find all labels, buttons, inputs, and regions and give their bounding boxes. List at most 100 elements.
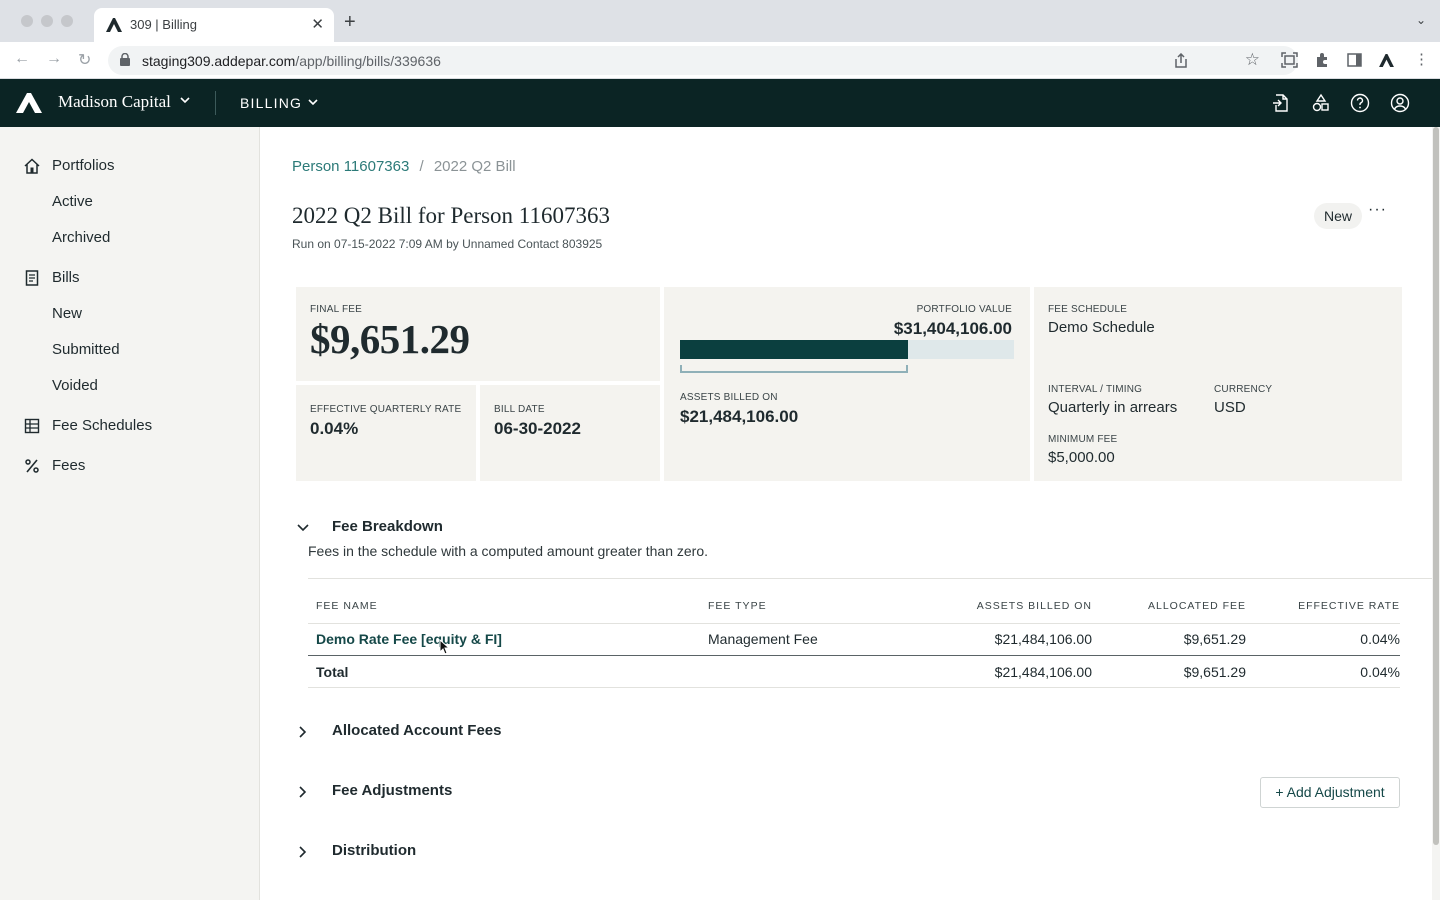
- column-header[interactable]: EFFECTIVE RATE: [1298, 600, 1400, 612]
- module-switcher[interactable]: BILLING: [240, 95, 302, 111]
- assets-billed-label: ASSETS BILLED ON: [680, 392, 778, 403]
- currency-value: USD: [1214, 399, 1246, 416]
- final-fee-label: FINAL FEE: [310, 304, 362, 315]
- fee-schedule-card: FEE SCHEDULE Demo Schedule INTERVAL / TI…: [1034, 287, 1402, 481]
- total-fee-cell: $9,651.29: [1183, 664, 1246, 680]
- sidebar-item-voided[interactable]: Voided: [0, 368, 259, 404]
- window-close-button[interactable]: [21, 15, 33, 27]
- screenshot-icon[interactable]: [1281, 52, 1298, 68]
- addepar-extension-icon[interactable]: [1378, 54, 1395, 67]
- sidebar-item-active[interactable]: Active: [0, 184, 259, 220]
- divider: [308, 578, 1432, 579]
- assets-billed-value: $21,484,106.00: [680, 407, 799, 426]
- chevron-right-icon: [299, 726, 307, 738]
- breadcrumb-parent-link[interactable]: Person 11607363: [292, 158, 409, 175]
- portfolio-value: $31,404,106.00: [893, 319, 1012, 338]
- page-scrollbar[interactable]: [1432, 127, 1440, 900]
- bill-summary: FINAL FEE $9,651.29 EFFECTIVE QUARTERLY …: [296, 287, 1402, 481]
- browser-tab[interactable]: 309 | Billing ✕: [94, 8, 334, 42]
- interval-value: Quarterly in arrears: [1048, 399, 1178, 416]
- section-title: Distribution: [332, 842, 417, 859]
- status-badge: New: [1314, 203, 1362, 229]
- fee-adjustments-toggle[interactable]: Fee Adjustments: [296, 780, 596, 804]
- reload-icon[interactable]: ↻: [78, 50, 91, 70]
- effective-rate-label: EFFECTIVE QUARTERLY RATE: [310, 404, 462, 415]
- org-switcher[interactable]: Madison Capital: [58, 92, 171, 112]
- chevron-down-icon[interactable]: [308, 99, 318, 106]
- sidebar-item-label: Active: [52, 193, 93, 210]
- extensions-icon[interactable]: [1314, 52, 1330, 68]
- section-title: Fee Adjustments: [332, 782, 453, 799]
- address-bar[interactable]: staging309.addepar.com/app/billing/bills…: [108, 46, 1298, 75]
- document-icon: [25, 270, 39, 286]
- assets-billed-bar: [680, 340, 1014, 359]
- scrollbar-thumb[interactable]: [1433, 127, 1439, 845]
- sidebar-item-portfolios[interactable]: Portfolios: [0, 148, 259, 184]
- allocated-fee-cell: $9,651.29: [1183, 631, 1246, 647]
- section-title: Allocated Account Fees: [332, 722, 502, 739]
- mouse-cursor-icon: [439, 639, 449, 655]
- column-header[interactable]: ASSETS BILLED ON: [977, 600, 1092, 612]
- portfolio-value-label: PORTFOLIO VALUE: [916, 304, 1012, 315]
- currency-label: CURRENCY: [1214, 384, 1273, 395]
- tab-search-icon[interactable]: ⌄: [1416, 13, 1426, 27]
- fee-breakdown-toggle[interactable]: Fee Breakdown: [296, 516, 596, 540]
- sidebar-item-fees[interactable]: Fees: [0, 448, 259, 484]
- shapes-icon[interactable]: [1311, 93, 1331, 113]
- add-adjustment-button[interactable]: + Add Adjustment: [1260, 777, 1400, 808]
- url-path: /app/billing/bills/339636: [295, 53, 441, 69]
- addepar-tab-icon: [106, 18, 122, 32]
- user-account-icon[interactable]: [1390, 93, 1410, 113]
- column-header[interactable]: FEE NAME: [316, 600, 378, 612]
- fee-breakdown-description: Fees in the schedule with a computed amo…: [308, 543, 709, 559]
- back-icon[interactable]: ←: [14, 50, 30, 68]
- tab-title: 309 | Billing: [130, 17, 197, 32]
- breadcrumb-separator: /: [419, 158, 424, 175]
- chevron-right-icon: [299, 846, 307, 858]
- total-divider: [308, 655, 1400, 656]
- window-zoom-button[interactable]: [61, 15, 73, 27]
- sidebar-item-label: Fees: [52, 457, 86, 474]
- fee-schedule-label: FEE SCHEDULE: [1048, 304, 1128, 315]
- sidebar-item-new[interactable]: New: [0, 296, 259, 332]
- portfolio-value-card: PORTFOLIO VALUE $31,404,106.00 ASSETS BI…: [664, 287, 1030, 481]
- allocated-account-fees-toggle[interactable]: Allocated Account Fees: [296, 720, 596, 744]
- lock-icon: [120, 53, 130, 66]
- share-icon[interactable]: [1174, 53, 1188, 68]
- forward-icon[interactable]: →: [46, 50, 62, 68]
- chevron-right-icon: [299, 786, 307, 798]
- fee-name-link[interactable]: Demo Rate Fee [equity & FI]: [316, 631, 502, 647]
- sidebar-item-bills[interactable]: Bills: [0, 260, 259, 296]
- new-tab-button[interactable]: +: [344, 12, 356, 32]
- header-divider: [215, 91, 216, 115]
- export-file-icon[interactable]: [1271, 93, 1291, 113]
- sidebar: Portfolios Active Archived Bills New Sub…: [0, 127, 260, 900]
- sidebar-item-submitted[interactable]: Submitted: [0, 332, 259, 368]
- help-icon[interactable]: [1350, 93, 1370, 113]
- more-options-button[interactable]: ···: [1368, 201, 1387, 219]
- home-icon: [24, 158, 40, 174]
- fee-schedule-value: Demo Schedule: [1048, 319, 1155, 336]
- app-header: Madison Capital BILLING: [0, 79, 1440, 127]
- total-label: Total: [316, 664, 349, 680]
- column-header[interactable]: ALLOCATED FEE: [1148, 600, 1246, 612]
- tab-close-icon[interactable]: ✕: [311, 15, 324, 33]
- addepar-logo[interactable]: [16, 93, 42, 113]
- browser-menu-icon[interactable]: ⋮: [1414, 50, 1429, 68]
- sidebar-item-archived[interactable]: Archived: [0, 220, 259, 256]
- side-panel-icon[interactable]: [1347, 53, 1362, 67]
- assets-billed-cell: $21,484,106.00: [994, 631, 1092, 647]
- window-minimize-button[interactable]: [41, 15, 53, 27]
- sidebar-item-label: Portfolios: [52, 157, 115, 174]
- sidebar-item-fee-schedules[interactable]: Fee Schedules: [0, 408, 259, 444]
- chevron-down-icon[interactable]: [180, 97, 190, 104]
- chevron-down-icon: [297, 524, 309, 532]
- total-rate-cell: 0.04%: [1360, 664, 1400, 680]
- row-divider: [308, 687, 1400, 688]
- interval-label: INTERVAL / TIMING: [1048, 384, 1143, 395]
- column-header[interactable]: FEE TYPE: [708, 600, 767, 612]
- bookmark-star-icon[interactable]: ☆: [1245, 50, 1260, 70]
- distribution-toggle[interactable]: Distribution: [296, 840, 596, 864]
- breadcrumb: Person 11607363 / 2022 Q2 Bill: [292, 158, 516, 175]
- fee-type-cell: Management Fee: [708, 631, 818, 647]
